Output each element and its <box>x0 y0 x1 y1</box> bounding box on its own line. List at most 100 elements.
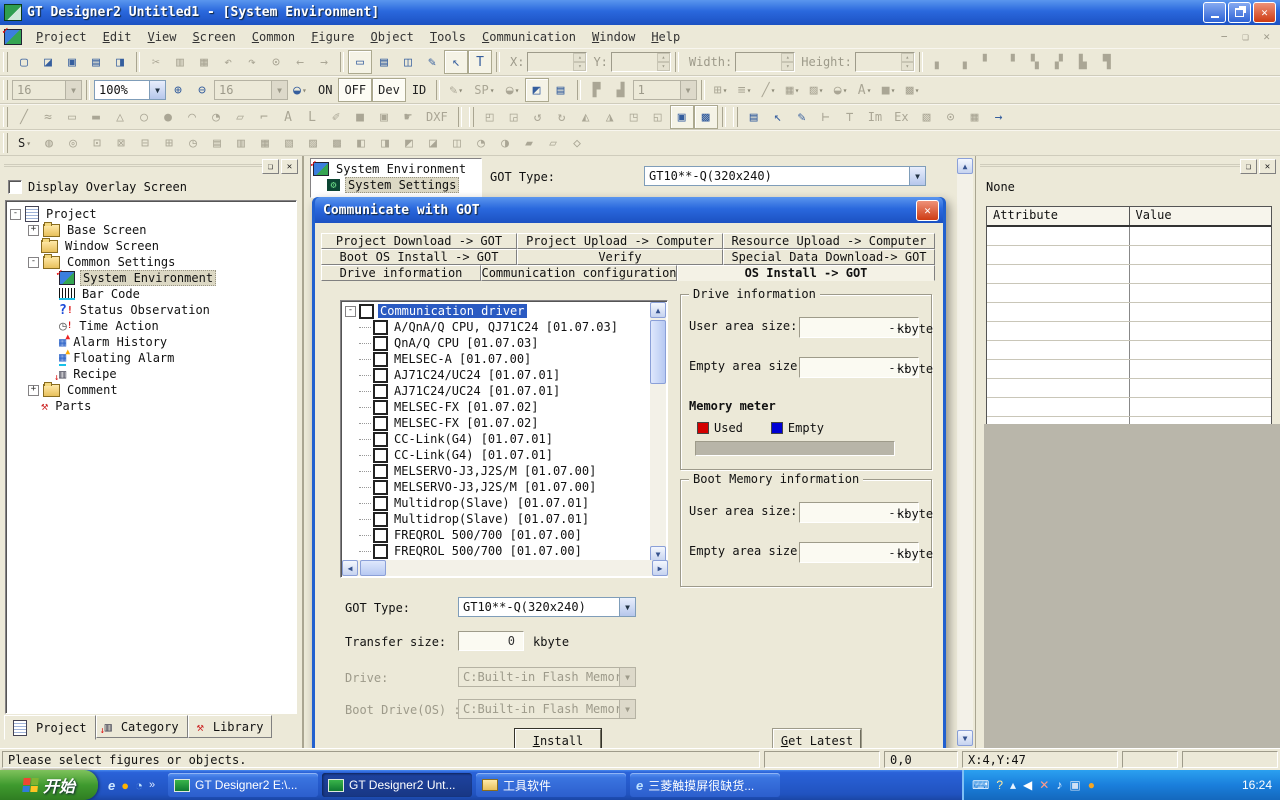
tree-item-status-observation[interactable]: Status Observation <box>8 302 294 318</box>
align-left-icon[interactable]: ▖ <box>927 50 951 74</box>
volume-tray-icon[interactable]: ♪ <box>1056 778 1062 792</box>
taskbar-button-工具软件[interactable]: 工具软件 <box>476 773 626 797</box>
menu-figure[interactable]: Figure <box>303 28 362 46</box>
driver-checkbox[interactable] <box>373 352 388 367</box>
polyline-icon[interactable]: ≈ <box>36 105 60 129</box>
width-input[interactable]: ▴▾ <box>735 52 795 72</box>
messenger-icon[interactable]: ◔ <box>135 778 143 793</box>
export-button[interactable]: Ex <box>888 105 914 129</box>
filled-rect-icon[interactable]: ▬ <box>84 105 108 129</box>
same-height-icon[interactable]: ▜ <box>1095 50 1119 74</box>
data-check-icon[interactable]: ⊢ <box>814 105 838 129</box>
driver-root-item[interactable]: -Communication driver <box>341 303 651 319</box>
switch-dropdown[interactable]: S▾ <box>12 131 37 155</box>
select-cursor-icon[interactable]: ↖ <box>444 50 468 74</box>
bit-graph-icon[interactable]: ▧ <box>277 131 301 155</box>
scrollbar-thumb[interactable] <box>650 320 666 384</box>
id-button[interactable]: ID <box>406 78 432 102</box>
circle-icon[interactable]: ○ <box>132 105 156 129</box>
sector-icon[interactable]: ◔ <box>204 105 228 129</box>
driver-checkbox[interactable] <box>373 528 388 543</box>
clock-display-icon[interactable]: ◷ <box>181 131 205 155</box>
height-input[interactable]: ▴▾ <box>855 52 915 72</box>
environment-icon[interactable]: ▧ <box>915 105 939 129</box>
driver-checkbox[interactable] <box>373 336 388 351</box>
tab-os-install-got[interactable]: OS Install -> GOT <box>677 265 935 281</box>
import-button[interactable]: Im <box>862 105 888 129</box>
bring-front-icon[interactable]: ▛ <box>585 78 609 102</box>
x-input[interactable]: ▴▾ <box>527 52 587 72</box>
restore-button[interactable] <box>1228 2 1251 23</box>
tree-item-bar-code[interactable]: Bar Code <box>8 286 294 302</box>
driver-item[interactable]: Multidrop(Slave) [01.07.01] <box>341 495 651 511</box>
screen-list-icon[interactable]: ▤ <box>372 50 396 74</box>
tab-category[interactable]: Category <box>96 715 188 738</box>
go-next-icon[interactable]: → <box>987 105 1011 129</box>
next-screen-icon[interactable]: → <box>312 50 336 74</box>
menu-window[interactable]: Window <box>584 28 643 46</box>
dxf-button[interactable]: DXF <box>420 105 454 129</box>
scrollbar-thumb[interactable] <box>360 560 386 576</box>
scroll-right-icon[interactable]: ▶ <box>652 560 668 576</box>
level-icon[interactable]: ◔ <box>469 131 493 155</box>
pen-color-icon[interactable]: ✎▾ <box>444 78 468 102</box>
text-size-combo[interactable]: 16▼ <box>214 80 288 100</box>
minimize-button[interactable] <box>1203 2 1226 23</box>
cut-icon[interactable]: ✂ <box>144 50 168 74</box>
comment-display-icon[interactable]: ▤ <box>205 131 229 155</box>
polygon-icon[interactable]: △ <box>108 105 132 129</box>
send-back-icon[interactable]: ▟ <box>609 78 633 102</box>
y-input[interactable]: ▴▾ <box>611 52 671 72</box>
driver-item[interactable]: FREQROL 500/700 [01.07.00] <box>341 543 651 559</box>
align-top-icon[interactable]: ▝ <box>999 50 1023 74</box>
menu-object[interactable]: Object <box>363 28 422 46</box>
driver-item[interactable]: AJ71C24/UC24 [01.07.01] <box>341 383 651 399</box>
edit-object-icon[interactable]: ✎ <box>790 105 814 129</box>
line-width-icon[interactable]: ╱▾ <box>757 78 781 102</box>
save-icon[interactable]: ▣ <box>60 50 84 74</box>
tree-item-time-action[interactable]: Time Action <box>8 318 294 334</box>
new-icon[interactable]: ▢ <box>12 50 36 74</box>
toolbar-grip[interactable] <box>3 52 8 72</box>
prev-screen-icon[interactable]: ← <box>288 50 312 74</box>
tree-expand-icon[interactable]: - <box>28 257 39 268</box>
driver-checkbox[interactable] <box>373 496 388 511</box>
edit-vertex-icon[interactable]: ◱ <box>646 105 670 129</box>
scale-icon[interactable]: ▱ <box>228 105 252 129</box>
data-view-icon[interactable]: ▤ <box>549 78 573 102</box>
taskbar-button-gt-designer2-unt[interactable]: GT Designer2 Unt... <box>322 773 472 797</box>
driver-item[interactable]: CC-Link(G4) [01.07.01] <box>341 431 651 447</box>
library-view-icon[interactable]: ◩ <box>525 78 549 102</box>
tree-expand-icon[interactable]: - <box>10 209 21 220</box>
toolbar-grip[interactable] <box>733 107 738 127</box>
trend-graph-icon[interactable]: ◧ <box>349 131 373 155</box>
tree-expand-icon[interactable]: - <box>345 306 356 317</box>
scroll-up-icon[interactable]: ▲ <box>957 158 973 174</box>
parts-movement-icon[interactable]: ▰ <box>517 131 541 155</box>
list-horizontal-scrollbar[interactable]: ◀ ▶ <box>342 560 668 576</box>
fill-color-icon[interactable]: ◒▾ <box>288 78 312 102</box>
new-screen-icon[interactable]: ▤ <box>84 50 108 74</box>
fit-screen-icon[interactable]: ▭ <box>348 50 372 74</box>
bar-graph-icon[interactable]: ◨ <box>373 131 397 155</box>
doc-tree-item[interactable]: System Environment <box>334 162 468 176</box>
rect-icon[interactable]: ▭ <box>60 105 84 129</box>
driver-checkbox[interactable] <box>359 304 374 319</box>
toolbar-grip[interactable] <box>3 107 8 127</box>
value-column-header[interactable]: Value <box>1129 207 1272 225</box>
tree-item-common-settings[interactable]: -Common Settings <box>8 254 294 270</box>
same-width-icon[interactable]: ▙ <box>1071 50 1095 74</box>
hand-icon[interactable]: ☛ <box>396 105 420 129</box>
sp-button[interactable]: SP▾ <box>468 78 500 102</box>
driver-checkbox[interactable] <box>373 400 388 415</box>
line-graph-icon[interactable]: ▩ <box>325 131 349 155</box>
dev-button[interactable]: Dev <box>372 78 406 102</box>
display-overlay-checkbox[interactable] <box>8 180 22 194</box>
driver-checkbox[interactable] <box>373 512 388 527</box>
zoom-out-icon[interactable]: ⊖ <box>190 78 214 102</box>
option-icon[interactable]: ⊤ <box>838 105 862 129</box>
word-lamp-icon[interactable]: ◎ <box>61 131 85 155</box>
paste-icon[interactable]: ▦ <box>192 50 216 74</box>
rotate-right-icon[interactable]: ↻ <box>550 105 574 129</box>
alarm-history-icon[interactable]: ▥ <box>229 131 253 155</box>
